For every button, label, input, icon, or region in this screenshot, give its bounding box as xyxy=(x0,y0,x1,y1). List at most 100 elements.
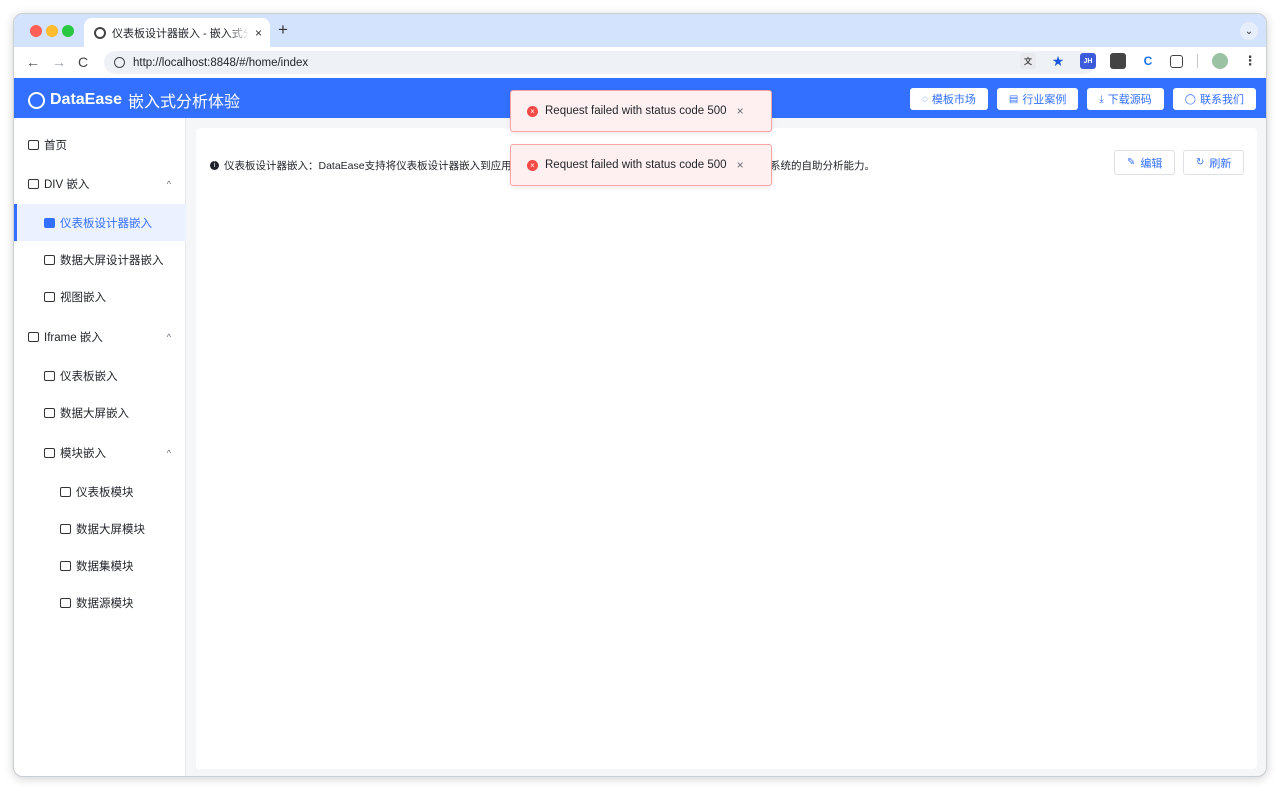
sidebar-group-module-embed[interactable]: 模块嵌入 ^ xyxy=(14,434,186,471)
globe-icon xyxy=(94,26,106,39)
iframe-icon xyxy=(28,331,39,342)
chat-icon: ◯ xyxy=(1184,93,1196,105)
forward-button[interactable]: → xyxy=(52,54,66,70)
toast-message: Request failed with status code 500 xyxy=(545,105,727,117)
tab-strip: 仪表板设计器嵌入 - 嵌入式分析体验 × + ⌄ xyxy=(14,14,1266,47)
toast-close-icon[interactable]: × xyxy=(737,104,744,118)
contact-us-label: 联系我们 xyxy=(1200,94,1244,106)
site-info-icon[interactable] xyxy=(114,57,125,68)
dashboard-icon xyxy=(44,217,55,228)
toolbar-icons: 文 ★ JH C ⋮ xyxy=(1020,53,1258,69)
error-icon: × xyxy=(527,105,538,117)
sidebar-group-div-embed[interactable]: DIV 嵌入 ^ xyxy=(14,165,186,202)
edit-button[interactable]: ✎ 编辑 xyxy=(1114,150,1176,175)
thumb-icon: ◌ xyxy=(921,93,928,105)
contact-us-button[interactable]: ◯ 联系我们 xyxy=(1172,88,1256,110)
brand: DataEase 嵌入式分析体验 xyxy=(28,88,240,112)
module-icon xyxy=(44,447,55,458)
browser-window: 仪表板设计器嵌入 - 嵌入式分析体验 × + ⌄ ← → C http://lo… xyxy=(13,13,1267,777)
sidebar-item-label: 仪表板嵌入 xyxy=(60,370,118,383)
sidebar-item-label: 数据源模块 xyxy=(76,597,134,610)
browser-toolbar: ← → C http://localhost:8848/#/home/index… xyxy=(14,47,1266,78)
sidebar-group-iframe-embed[interactable]: Iframe 嵌入 ^ xyxy=(14,318,186,355)
refresh-button[interactable]: ↻ 刷新 xyxy=(1183,150,1245,175)
toast-message: Request failed with status code 500 xyxy=(545,159,727,171)
refresh-label: 刷新 xyxy=(1209,157,1232,170)
toolbar-divider xyxy=(1197,54,1198,68)
sidebar-item-label: 首页 xyxy=(44,139,67,152)
download-source-button[interactable]: ⤓ 下载源码 xyxy=(1087,88,1164,110)
download-icon: ⤓ xyxy=(1099,93,1104,105)
download-source-label: 下载源码 xyxy=(1107,94,1152,106)
sidebar-item-label: 仪表板模块 xyxy=(76,486,134,499)
url-text[interactable]: http://localhost:8848/#/home/index xyxy=(133,57,308,69)
back-button[interactable]: ← xyxy=(26,54,40,70)
edit-icon: ✎ xyxy=(1127,157,1136,168)
sidebar-item-screen-designer-embed[interactable]: 数据大屏设计器嵌入 xyxy=(14,241,186,278)
extension-jh-icon[interactable]: JH xyxy=(1080,53,1096,69)
home-icon xyxy=(28,139,39,150)
refresh-icon: ↻ xyxy=(1196,157,1205,168)
minimize-window-button[interactable] xyxy=(46,25,58,37)
sidebar-item-screen-module[interactable]: 数据大屏模块 xyxy=(14,510,186,547)
template-market-button[interactable]: ◌ 模板市场 xyxy=(909,88,988,110)
extensions-puzzle-icon[interactable] xyxy=(1170,54,1183,68)
sidebar-item-dashboard-module[interactable]: 仪表板模块 xyxy=(14,473,186,510)
sidebar-item-dataset-module[interactable]: 数据集模块 xyxy=(14,547,186,584)
screen-icon xyxy=(44,254,55,265)
bookmark-star-icon[interactable]: ★ xyxy=(1050,53,1066,69)
new-tab-button[interactable]: + xyxy=(278,20,288,40)
reload-button[interactable]: C xyxy=(78,54,88,70)
sidebar-item-label: 数据大屏嵌入 xyxy=(60,407,129,420)
sidebar-item-label: 模块嵌入 xyxy=(60,447,106,460)
translate-icon[interactable]: 文 xyxy=(1020,53,1036,69)
toast-close-icon[interactable]: × xyxy=(737,158,744,172)
sidebar-item-view-embed[interactable]: 视图嵌入 xyxy=(14,278,186,315)
sidebar-item-label: Iframe 嵌入 xyxy=(44,331,103,344)
edit-label: 编辑 xyxy=(1140,157,1163,170)
div-embed-icon xyxy=(28,178,39,189)
chevron-up-icon: ^ xyxy=(166,447,171,458)
sidebar-item-datasource-module[interactable]: 数据源模块 xyxy=(14,584,186,621)
sidebar-item-dashboard-embed[interactable]: 仪表板嵌入 xyxy=(14,357,186,394)
database-icon xyxy=(60,597,71,608)
info-icon: i xyxy=(210,161,219,170)
main-panel: i 仪表板设计器嵌入：DataEase支持将仪表板设计器嵌入到应用 系统的自助分… xyxy=(196,128,1257,769)
address-bar[interactable]: http://localhost:8848/#/home/index xyxy=(104,51,1096,74)
error-toast: × Request failed with status code 500 × xyxy=(510,144,772,186)
screen-icon xyxy=(60,523,71,534)
profile-avatar[interactable] xyxy=(1212,53,1228,69)
extension-c-icon[interactable]: C xyxy=(1140,53,1156,69)
sidebar-item-dashboard-designer-embed[interactable]: 仪表板设计器嵌入 xyxy=(14,204,186,241)
brand-subtitle: 嵌入式分析体验 xyxy=(128,94,241,111)
sidebar-item-home[interactable]: 首页 xyxy=(14,126,186,163)
close-window-button[interactable] xyxy=(30,25,42,37)
industry-cases-button[interactable]: ▤ 行业案例 xyxy=(996,88,1079,110)
dashboard-icon xyxy=(60,486,71,497)
more-menu-icon[interactable]: ⋮ xyxy=(1242,53,1258,69)
info-text: 仪表板设计器嵌入：DataEase支持将仪表板设计器嵌入到应用 xyxy=(224,160,512,172)
screen-icon xyxy=(44,407,55,418)
tab-title: 仪表板设计器嵌入 - 嵌入式分析体验 xyxy=(112,27,249,40)
industry-cases-label: 行业案例 xyxy=(1022,94,1067,106)
browser-tab[interactable]: 仪表板设计器嵌入 - 嵌入式分析体验 × xyxy=(84,18,270,47)
sidebar-item-label: 数据集模块 xyxy=(76,560,134,573)
sidebar-item-label: DIV 嵌入 xyxy=(44,178,90,191)
extension-icon[interactable] xyxy=(1110,53,1126,69)
chevron-up-icon: ^ xyxy=(166,331,171,342)
brand-name: DataEase xyxy=(50,91,123,108)
document-icon: ▤ xyxy=(1008,93,1019,105)
template-market-label: 模板市场 xyxy=(931,94,976,106)
header-buttons: ◌ 模板市场 ▤ 行业案例 ⤓ 下载源码 ◯ 联系我们 xyxy=(909,88,1256,110)
tab-close-icon[interactable]: × xyxy=(255,26,262,40)
dashboard-icon xyxy=(44,370,55,381)
chevron-up-icon: ^ xyxy=(166,178,171,189)
tab-search-button[interactable]: ⌄ xyxy=(1240,22,1258,40)
error-icon: × xyxy=(527,159,538,171)
sidebar-item-screen-embed[interactable]: 数据大屏嵌入 xyxy=(14,394,186,431)
logo-icon xyxy=(28,91,45,109)
view-icon xyxy=(44,291,55,302)
sidebar-item-label: 数据大屏设计器嵌入 xyxy=(60,254,164,267)
sidebar: 首页 DIV 嵌入 ^ 仪表板设计器嵌入 数据大屏设计器嵌入 视图嵌入 Ifra… xyxy=(14,118,186,776)
maximize-window-button[interactable] xyxy=(62,25,74,37)
